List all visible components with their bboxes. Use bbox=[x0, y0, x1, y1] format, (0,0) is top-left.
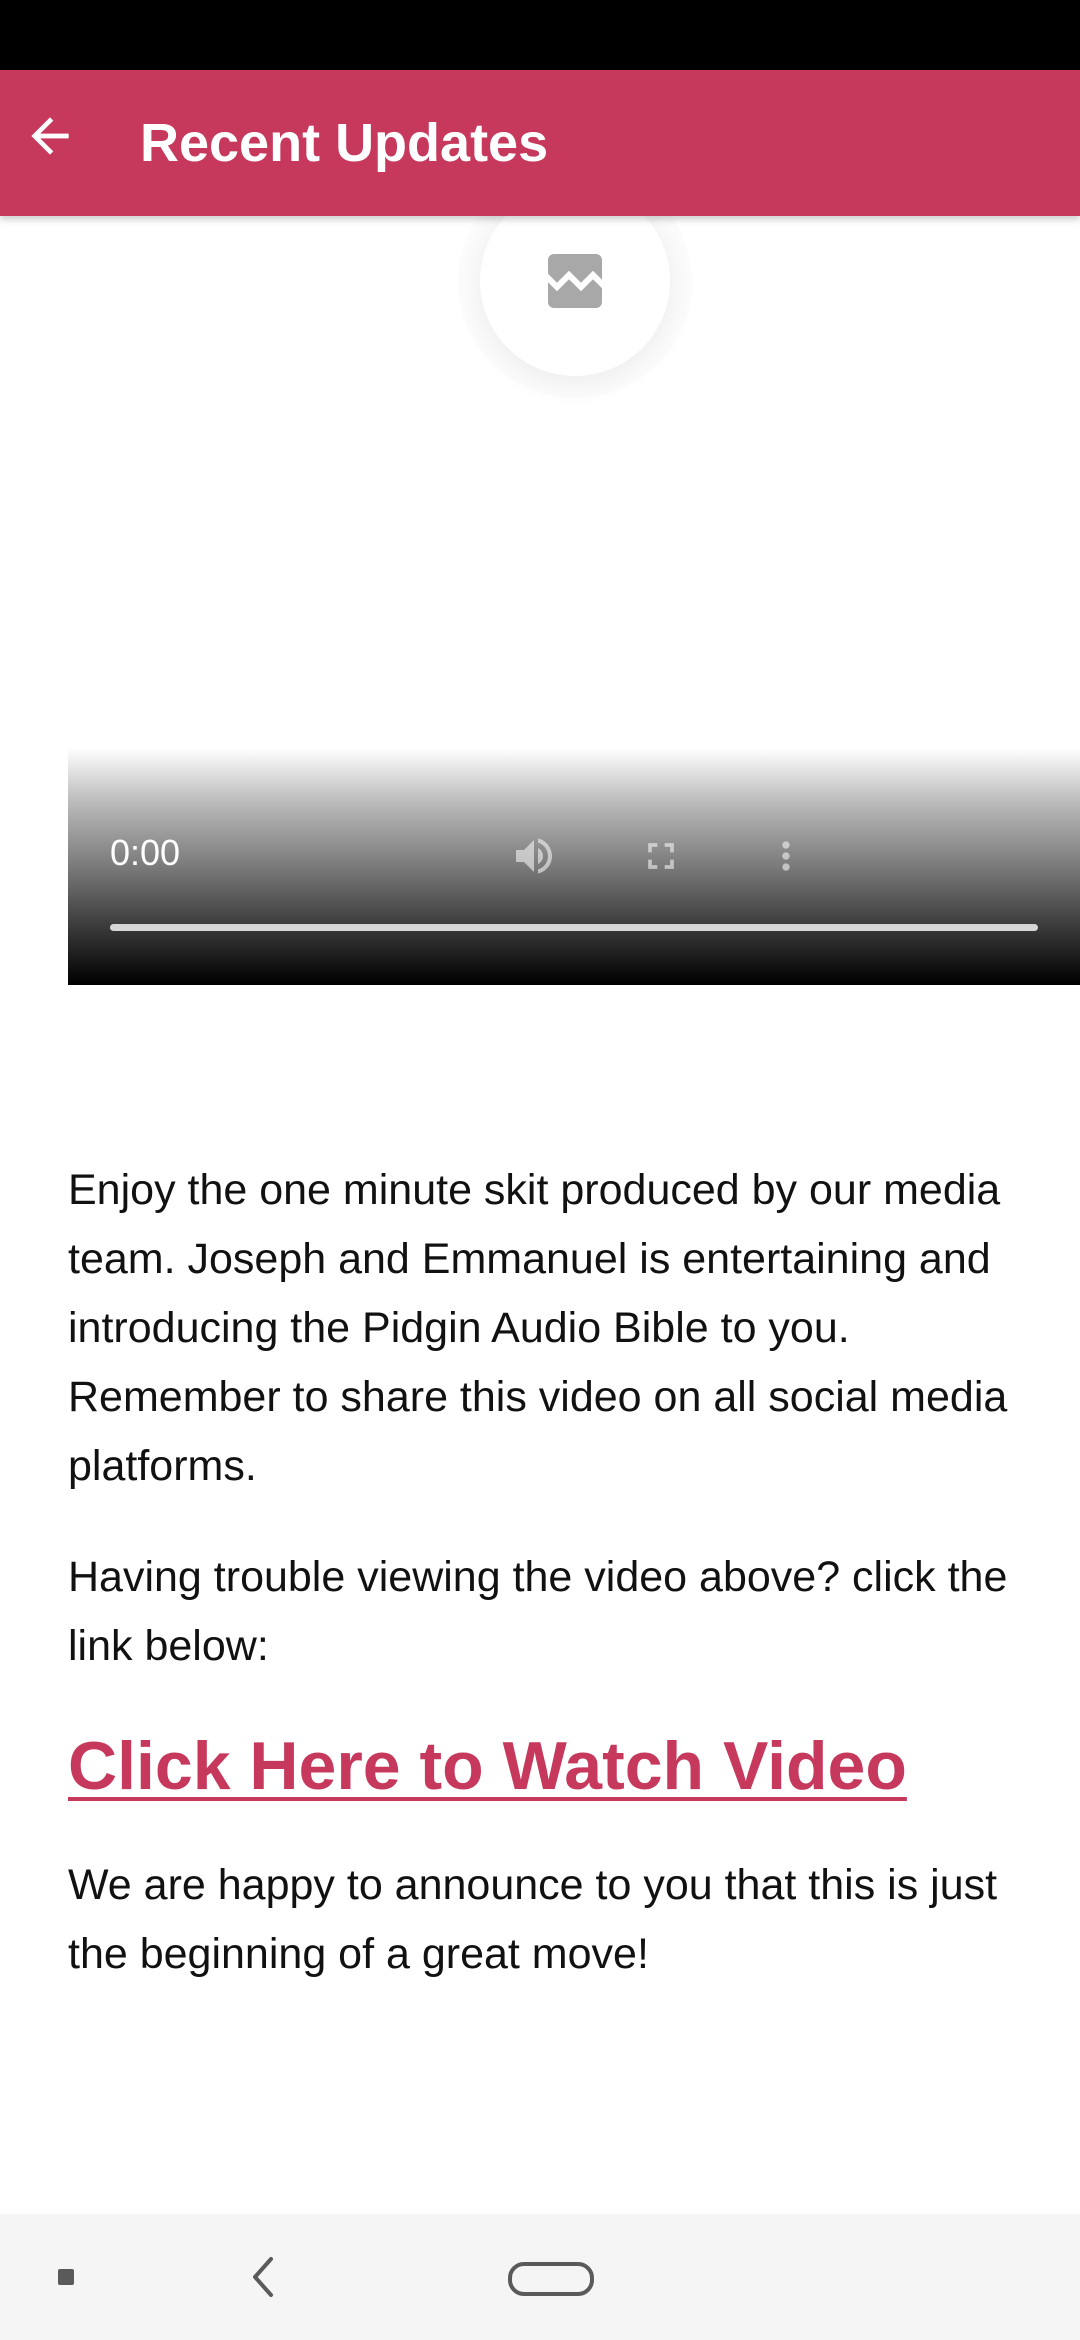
volume-button[interactable] bbox=[506, 828, 562, 884]
video-player[interactable]: 0:00 bbox=[68, 748, 1080, 985]
article-body: Enjoy the one minute skit produced by ou… bbox=[68, 1156, 1028, 2031]
status-bar bbox=[0, 0, 1080, 70]
watch-video-link[interactable]: Click Here to Watch Video bbox=[68, 1723, 1028, 1809]
fullscreen-button[interactable] bbox=[633, 828, 689, 884]
more-vert-icon bbox=[782, 841, 790, 871]
article-paragraph: Having trouble viewing the video above? … bbox=[68, 1553, 1008, 1670]
article-paragraph: Enjoy the one minute skit produced by ou… bbox=[68, 1166, 1008, 1490]
volume-icon bbox=[516, 838, 552, 874]
more-options-button[interactable] bbox=[758, 828, 814, 884]
arrow-left-icon bbox=[31, 117, 69, 155]
fullscreen-icon bbox=[648, 843, 674, 869]
image-placeholder bbox=[480, 216, 670, 376]
video-progress-track[interactable] bbox=[110, 924, 1038, 931]
broken-image-icon bbox=[548, 254, 602, 308]
home-icon[interactable] bbox=[508, 2262, 594, 2296]
system-navigation-bar bbox=[0, 2214, 1080, 2340]
app-bar: Recent Updates bbox=[0, 70, 1080, 216]
article-paragraph: We are happy to announce to you that thi… bbox=[68, 1861, 998, 1978]
back-button[interactable] bbox=[14, 100, 86, 172]
back-icon[interactable] bbox=[242, 2254, 282, 2300]
content-area[interactable]: 0:00 Enjoy the one minute skit produced … bbox=[0, 216, 1080, 2214]
video-time: 0:00 bbox=[110, 832, 181, 873]
page-title: Recent Updates bbox=[140, 113, 549, 173]
recent-apps-icon[interactable] bbox=[58, 2269, 74, 2285]
